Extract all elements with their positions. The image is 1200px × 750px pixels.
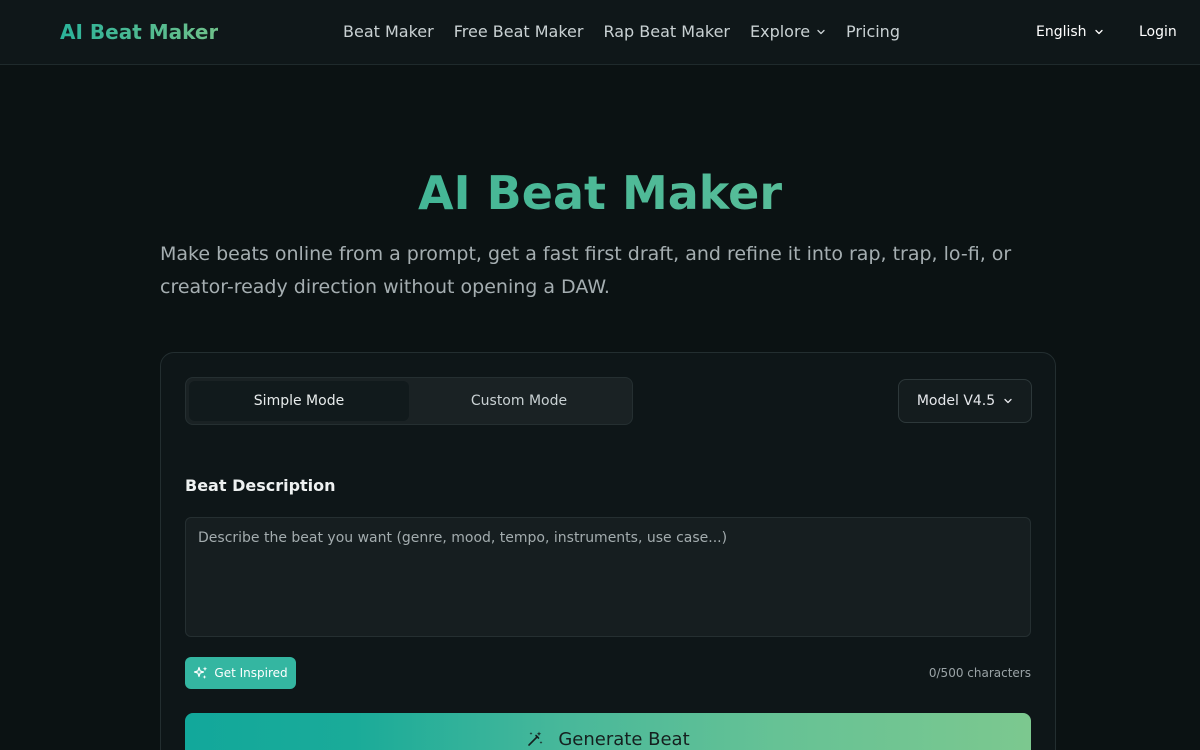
language-selector[interactable]: English bbox=[1036, 22, 1104, 42]
beat-description-label: Beat Description bbox=[185, 476, 336, 495]
chevron-down-icon bbox=[1003, 396, 1013, 406]
language-label: English bbox=[1036, 24, 1087, 40]
magic-wand-icon bbox=[526, 730, 544, 748]
model-select[interactable]: Model V4.5 bbox=[898, 379, 1032, 423]
simple-mode-tab[interactable]: Simple Mode bbox=[189, 381, 409, 421]
beat-description-input[interactable] bbox=[185, 517, 1031, 637]
custom-mode-tab[interactable]: Custom Mode bbox=[409, 381, 629, 421]
character-count: 0/500 characters bbox=[928, 666, 1031, 680]
nav-link-label: Explore bbox=[750, 22, 811, 41]
generate-beat-label: Generate Beat bbox=[558, 728, 690, 750]
nav-link-label: Beat Maker bbox=[343, 22, 434, 41]
page-subtitle: Make beats online from a prompt, get a f… bbox=[160, 243, 1012, 298]
nav-link-label: Free Beat Maker bbox=[453, 22, 584, 41]
nav-link-beat-maker[interactable]: Beat Maker bbox=[343, 21, 434, 43]
generate-beat-button[interactable]: Generate Beat bbox=[185, 713, 1031, 750]
get-inspired-button[interactable]: Get Inspired bbox=[185, 657, 296, 689]
login-link[interactable]: Login bbox=[1139, 22, 1177, 42]
beat-generator-card: Simple Mode Custom Mode Model V4.5 Beat … bbox=[160, 352, 1056, 750]
chevron-down-icon bbox=[816, 27, 826, 37]
nav-link-label: Pricing bbox=[846, 22, 900, 41]
sparkles-icon bbox=[193, 665, 209, 681]
main-nav: Beat Maker Free Beat Maker Rap Beat Make… bbox=[343, 21, 900, 43]
mode-toggle: Simple Mode Custom Mode bbox=[185, 377, 633, 425]
nav-link-explore[interactable]: Explore bbox=[750, 21, 826, 43]
chevron-down-icon bbox=[1094, 27, 1104, 37]
get-inspired-label: Get Inspired bbox=[214, 666, 288, 680]
top-navigation-bar: AI Beat Maker Beat Maker Free Beat Maker… bbox=[0, 0, 1200, 65]
nav-link-free-beat-maker[interactable]: Free Beat Maker bbox=[454, 21, 584, 43]
nav-link-pricing[interactable]: Pricing bbox=[846, 21, 900, 43]
model-select-value: Model V4.5 bbox=[916, 393, 996, 409]
page-title: AI Beat Maker bbox=[0, 163, 1200, 223]
site-logo[interactable]: AI Beat Maker bbox=[60, 19, 218, 45]
nav-link-rap-beat-maker[interactable]: Rap Beat Maker bbox=[603, 21, 730, 43]
nav-link-label: Rap Beat Maker bbox=[603, 22, 730, 41]
